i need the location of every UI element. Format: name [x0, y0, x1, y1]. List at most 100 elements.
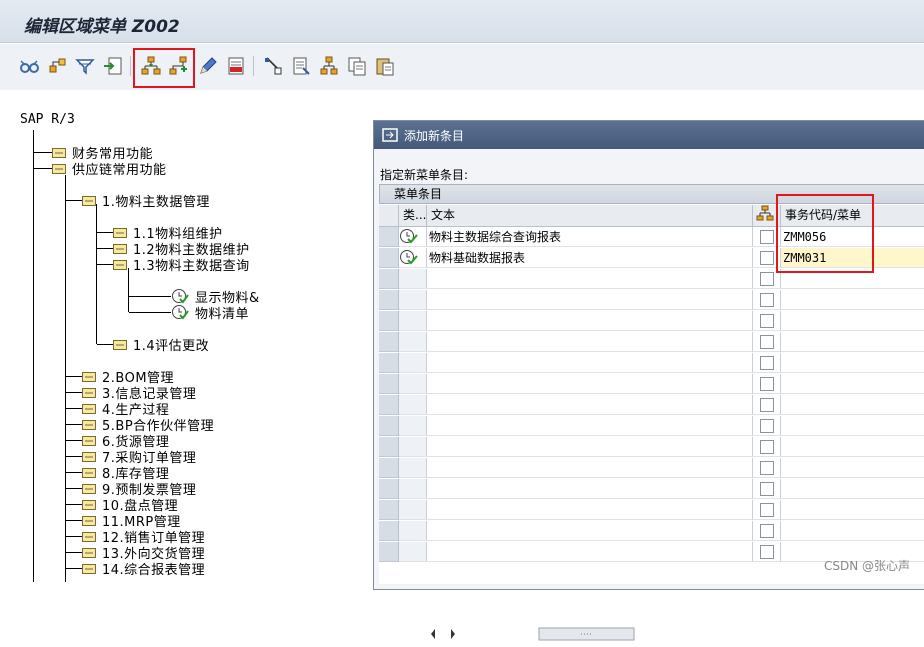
code-cell[interactable]	[781, 521, 924, 541]
document-icon[interactable]	[290, 55, 312, 77]
copy-icon[interactable]	[346, 55, 368, 77]
column-header-code[interactable]: 事务代码/菜单	[781, 205, 924, 227]
cut-icon[interactable]	[262, 55, 284, 77]
folder-icon	[82, 467, 96, 478]
pencil-icon[interactable]	[197, 55, 219, 77]
column-header-hierarchy[interactable]	[753, 205, 781, 227]
row-checkbox[interactable]	[760, 482, 774, 496]
row-selector[interactable]	[379, 437, 399, 457]
grid-caption: 菜单条目	[379, 184, 924, 204]
filter-icon[interactable]	[74, 55, 96, 77]
text-cell[interactable]	[427, 374, 753, 394]
column-header-text[interactable]: 文本	[427, 205, 753, 227]
tree-node-1-4[interactable]: 1.4评估更改	[97, 336, 209, 354]
folder-icon	[82, 419, 96, 430]
text-cell[interactable]	[427, 395, 753, 415]
paste-icon[interactable]	[374, 55, 396, 77]
row-selector[interactable]	[379, 542, 399, 562]
code-cell[interactable]	[781, 353, 924, 373]
folder-icon	[113, 227, 127, 238]
row-selector[interactable]	[379, 479, 399, 499]
row-checkbox[interactable]	[760, 314, 774, 328]
move-icon[interactable]	[318, 55, 340, 77]
text-cell[interactable]	[427, 479, 753, 499]
row-selector[interactable]	[379, 353, 399, 373]
code-cell[interactable]: ZMM056	[781, 227, 924, 247]
type-cell	[399, 248, 427, 268]
tree-node-1-3[interactable]: 1.3物料主数据查询	[97, 256, 250, 274]
row-selector[interactable]	[379, 332, 399, 352]
code-cell[interactable]	[781, 437, 924, 457]
tree-node-14[interactable]: 14.综合报表管理	[66, 560, 205, 578]
checkbox-cell	[753, 269, 781, 289]
row-checkbox[interactable]	[760, 251, 774, 265]
delete-icon[interactable]	[225, 55, 247, 77]
code-cell[interactable]	[781, 374, 924, 394]
row-selector[interactable]	[379, 500, 399, 520]
row-checkbox[interactable]	[760, 272, 774, 286]
code-cell[interactable]	[781, 290, 924, 310]
tree-node-supply-chain[interactable]: 供应链常用功能	[34, 160, 167, 178]
row-checkbox[interactable]	[760, 419, 774, 433]
code-cell[interactable]	[781, 332, 924, 352]
row-selector[interactable]	[379, 248, 399, 268]
horizontal-scrollbar[interactable]	[429, 625, 924, 643]
text-cell[interactable]	[427, 353, 753, 373]
select-all-header[interactable]	[379, 205, 399, 227]
row-checkbox[interactable]	[760, 524, 774, 538]
text-cell[interactable]	[427, 542, 753, 562]
checkbox-cell	[753, 353, 781, 373]
hierarchy-icon[interactable]	[46, 55, 68, 77]
text-cell[interactable]	[427, 269, 753, 289]
text-cell[interactable]	[427, 437, 753, 457]
row-selector[interactable]	[379, 521, 399, 541]
row-checkbox[interactable]	[760, 440, 774, 454]
text-cell[interactable]: 物料基础数据报表	[427, 248, 753, 268]
text-cell[interactable]: 物料主数据综合查询报表	[427, 227, 753, 247]
row-checkbox[interactable]	[760, 545, 774, 559]
text-cell[interactable]	[427, 521, 753, 541]
code-cell[interactable]	[781, 479, 924, 499]
row-selector[interactable]	[379, 458, 399, 478]
row-selector[interactable]	[379, 374, 399, 394]
row-selector[interactable]	[379, 416, 399, 436]
row-checkbox[interactable]	[760, 335, 774, 349]
row-checkbox[interactable]	[760, 356, 774, 370]
column-header-type[interactable]: 类...	[399, 205, 427, 227]
code-cell[interactable]	[781, 500, 924, 520]
code-cell[interactable]	[781, 416, 924, 436]
checkbox-cell	[753, 542, 781, 562]
dialog-subtitle: 指定新菜单条目:	[380, 168, 469, 182]
text-cell[interactable]	[427, 311, 753, 331]
row-selector[interactable]	[379, 395, 399, 415]
tree-node-bom[interactable]: 物料清单	[129, 304, 249, 322]
text-cell[interactable]	[427, 500, 753, 520]
insert-same-level-icon[interactable]	[140, 55, 162, 77]
menu-entries-grid: 菜单条目 类... 文本 事务代码/菜单 物料主数据综合查询报表 ZMM056 物料…	[379, 184, 924, 641]
text-cell[interactable]	[427, 332, 753, 352]
row-selector[interactable]	[379, 290, 399, 310]
row-checkbox[interactable]	[760, 503, 774, 517]
code-cell[interactable]	[781, 395, 924, 415]
insert-sub-level-icon[interactable]	[168, 55, 190, 77]
code-cell[interactable]	[781, 458, 924, 478]
row-checkbox[interactable]	[760, 293, 774, 307]
row-selector[interactable]	[379, 311, 399, 331]
row-checkbox[interactable]	[760, 461, 774, 475]
tree-node-material-master[interactable]: 1.物料主数据管理	[66, 192, 210, 210]
checkbox-cell	[753, 500, 781, 520]
row-selector[interactable]	[379, 227, 399, 247]
code-cell[interactable]	[781, 269, 924, 289]
row-selector[interactable]	[379, 269, 399, 289]
code-cell[interactable]: ZMM031	[781, 248, 924, 268]
row-checkbox[interactable]	[760, 398, 774, 412]
glasses-icon[interactable]	[18, 55, 40, 77]
text-cell[interactable]	[427, 290, 753, 310]
import-icon[interactable]	[102, 55, 124, 77]
code-cell[interactable]	[781, 311, 924, 331]
folder-icon	[82, 563, 96, 574]
text-cell[interactable]	[427, 458, 753, 478]
row-checkbox[interactable]	[760, 230, 774, 244]
row-checkbox[interactable]	[760, 377, 774, 391]
text-cell[interactable]	[427, 416, 753, 436]
